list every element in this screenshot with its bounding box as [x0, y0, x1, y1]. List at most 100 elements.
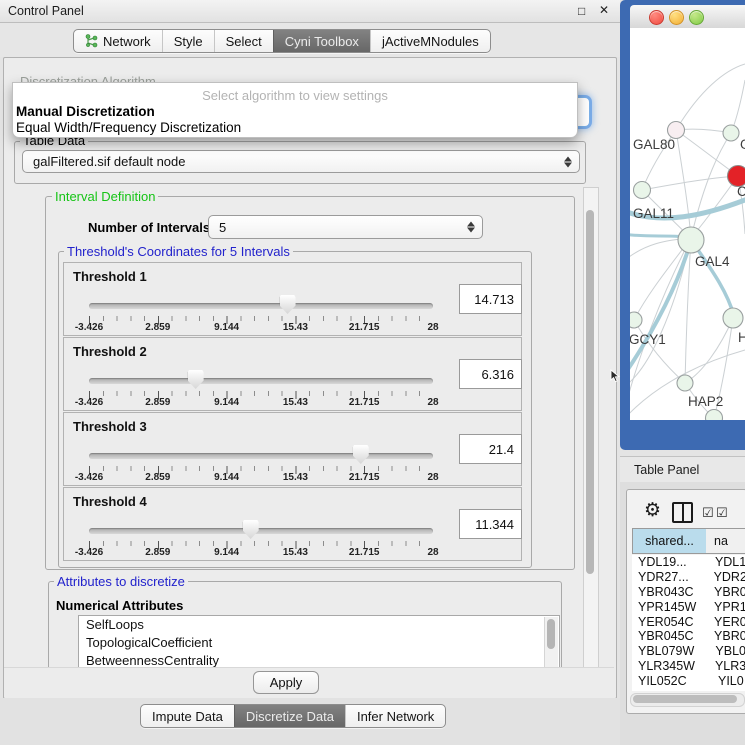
network-canvas[interactable]: GAL80 G C GAL11 GAL4 GCY1 H HAP2 — [630, 28, 745, 420]
svg-text:GAL80: GAL80 — [633, 137, 675, 152]
slider-track[interactable] — [89, 528, 433, 534]
network-node[interactable] — [723, 125, 739, 141]
svg-text:GAL4: GAL4 — [695, 254, 730, 269]
network-node[interactable] — [723, 308, 743, 328]
network-node[interactable] — [634, 182, 651, 199]
tab-select[interactable]: Select — [214, 30, 273, 52]
tab-network-label: Network — [103, 34, 151, 49]
apply-button[interactable]: Apply — [253, 671, 319, 694]
list-scrollbar[interactable] — [544, 617, 558, 668]
slider-track[interactable] — [89, 378, 433, 384]
tab-impute-data-label: Impute Data — [152, 709, 223, 724]
attributes-group-title: Attributes to discretize — [54, 575, 188, 589]
thresholds-group-title: Threshold's Coordinates for 5 Intervals — [64, 245, 293, 259]
close-window-icon[interactable]: ✕ — [599, 3, 609, 17]
threshold-2-value-field[interactable]: 6.316 — [459, 359, 522, 389]
network-node[interactable] — [706, 410, 723, 421]
list-item[interactable]: SelfLoops — [79, 616, 559, 634]
mouse-cursor — [610, 369, 621, 383]
threshold-3-value-field[interactable]: 21.4 — [459, 434, 522, 464]
split-pane-icon[interactable] — [672, 502, 693, 523]
checkbox-icon[interactable]: ☑ — [702, 506, 714, 519]
slider-thumb[interactable] — [280, 295, 296, 314]
tab-infer-network[interactable]: Infer Network — [345, 705, 445, 727]
table-row[interactable]: YLR345WYLR3 — [632, 659, 745, 674]
gear-icon[interactable]: ⚙ — [644, 501, 661, 520]
tab-jactivemnodules[interactable]: jActiveMNodules — [370, 30, 490, 52]
threshold-4-label: Threshold 4 — [73, 494, 147, 509]
slider-thumb[interactable] — [188, 370, 204, 389]
checkbox-icon[interactable]: ☑ — [716, 506, 728, 519]
svg-text:GCY1: GCY1 — [630, 332, 666, 347]
list-item[interactable]: TopologicalCoefficient — [79, 634, 559, 652]
network-node[interactable] — [668, 122, 685, 139]
slider-tick-labels: -3.426 2.859 9.144 15.43 21.715 28 — [89, 397, 433, 409]
svg-text:HAP2: HAP2 — [688, 394, 723, 409]
svg-text:C: C — [737, 184, 745, 199]
control-panel-title: Control Panel — [8, 4, 84, 18]
table-row[interactable]: YBR043CYBR0 — [632, 585, 745, 600]
combo-spinner-icon — [466, 221, 475, 234]
tab-cyni-toolbox[interactable]: Cyni Toolbox — [273, 30, 370, 52]
panel-vertical-scrollbar[interactable] — [583, 187, 599, 668]
float-window-icon[interactable]: □ — [578, 4, 585, 18]
network-node[interactable] — [678, 227, 704, 253]
table-row[interactable]: YIL052CYIL0 — [632, 673, 745, 688]
tab-style-label: Style — [174, 34, 203, 49]
tab-cyni-toolbox-label: Cyni Toolbox — [285, 34, 359, 49]
numerical-attributes-label: Numerical Attributes — [56, 598, 183, 613]
number-of-intervals-label: Number of Intervals — [88, 220, 210, 235]
table-horizontal-scrollbar[interactable] — [630, 693, 745, 707]
table-row[interactable]: YDL19...YDL1 — [632, 555, 745, 570]
algorithm-placeholder: Select algorithm to view settings — [13, 88, 577, 103]
table-row[interactable]: YDR27...YDR2 — [632, 570, 745, 585]
tab-select-label: Select — [226, 34, 262, 49]
slider-track[interactable] — [89, 453, 433, 459]
scrollbar-thumb[interactable] — [633, 695, 737, 703]
slider-tick-labels: -3.426 2.859 9.144 15.43 21.715 28 — [89, 322, 433, 334]
slider-thumb[interactable] — [353, 445, 369, 464]
threshold-3-slider[interactable] — [89, 444, 433, 466]
node-table[interactable]: YDL19...YDL1 YDR27...YDR2 YBR043CYBR0 YP… — [632, 555, 745, 691]
algorithm-option-equal-width[interactable]: Equal Width/Frequency Discretization — [16, 120, 241, 135]
slider-thumb[interactable] — [243, 520, 259, 539]
tab-discretize-data-label: Discretize Data — [246, 709, 334, 724]
table-data-selected-value: galFiltered.sif default node — [33, 154, 185, 169]
number-of-intervals-combobox[interactable]: 5 — [208, 215, 483, 239]
table-row[interactable]: YBR045CYBR0 — [632, 629, 745, 644]
slider-tick-labels: -3.426 2.859 9.144 15.43 21.715 28 — [89, 472, 433, 484]
table-row[interactable]: YPR145WYPR1 — [632, 599, 745, 614]
threshold-3-panel: Threshold 3 -3.426 2.859 9.144 15.43 21.… — [63, 412, 522, 486]
threshold-4-slider[interactable] — [89, 519, 433, 541]
app-root: Control Panel □ ✕ Network Style Select C… — [0, 0, 745, 745]
scrollbar-thumb[interactable] — [586, 210, 594, 574]
table-row[interactable]: YER054CYER0 — [632, 614, 745, 629]
tab-network[interactable]: Network — [74, 30, 162, 52]
numerical-attributes-list[interactable]: SelfLoops TopologicalCoefficient Between… — [78, 615, 560, 670]
mac-zoom-button[interactable] — [689, 10, 704, 25]
network-node[interactable] — [630, 312, 642, 328]
threshold-1-slider[interactable] — [89, 294, 433, 316]
tab-impute-data[interactable]: Impute Data — [141, 705, 234, 727]
combo-spinner-icon — [563, 155, 572, 168]
threshold-2-slider[interactable] — [89, 369, 433, 391]
table-panel-header: Table Panel — [620, 456, 745, 484]
table-data-combobox[interactable]: galFiltered.sif default node — [22, 150, 580, 173]
tab-style[interactable]: Style — [162, 30, 214, 52]
network-node[interactable] — [677, 375, 693, 391]
slider-tick-labels: -3.426 2.859 9.144 15.43 21.715 28 — [89, 547, 433, 559]
threshold-4-value-field[interactable]: 11.344 — [459, 509, 522, 539]
table-row[interactable]: YBL079WYBL0 — [632, 644, 745, 659]
column-header-shared-name[interactable]: shared... — [632, 528, 707, 554]
mac-close-button[interactable] — [649, 10, 664, 25]
threshold-4-panel: Threshold 4 -3.426 2.859 9.144 15.43 21.… — [63, 487, 522, 561]
tab-discretize-data[interactable]: Discretize Data — [234, 705, 345, 727]
slider-track[interactable] — [89, 303, 433, 309]
threshold-1-value-field[interactable]: 14.713 — [459, 284, 522, 314]
svg-text:G: G — [740, 137, 745, 152]
mac-minimize-button[interactable] — [669, 10, 684, 25]
algorithm-option-manual[interactable]: Manual Discretization — [16, 104, 155, 119]
svg-text:GAL11: GAL11 — [633, 206, 674, 221]
column-header-name[interactable]: na — [706, 528, 745, 554]
number-of-intervals-value: 5 — [219, 220, 226, 235]
